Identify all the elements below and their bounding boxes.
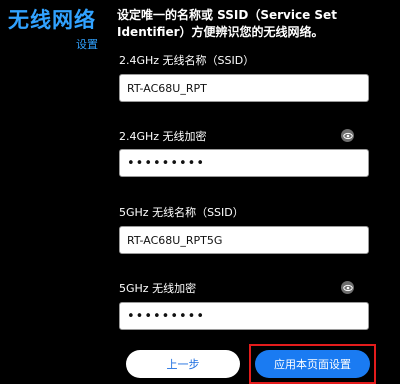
ssid-5ghz-input[interactable]: RT-AC68U_RPT5G <box>119 226 369 254</box>
password-24ghz-label: 2.4GHz 无线加密 <box>119 130 207 143</box>
page-title: 无线网络 <box>8 8 96 32</box>
back-button[interactable]: 上一步 <box>126 350 240 378</box>
password-5ghz-input[interactable]: ••••••••• <box>119 302 369 330</box>
password-24ghz-input[interactable]: ••••••••• <box>119 149 369 177</box>
password-5ghz-label: 5GHz 无线加密 <box>119 282 197 295</box>
eye-icon[interactable] <box>341 129 354 142</box>
ssid-24ghz-label: 2.4GHz 无线名称（SSID） <box>119 54 255 67</box>
apply-settings-button[interactable]: 应用本页面设置 <box>255 350 370 378</box>
eye-icon[interactable] <box>341 281 354 294</box>
ssid-24ghz-input[interactable]: RT-AC68U_RPT <box>119 74 369 102</box>
page-subtitle: 设置 <box>76 38 98 51</box>
ssid-5ghz-label: 5GHz 无线名称（SSID） <box>119 206 244 219</box>
intro-text: 设定唯一的名称或 SSID（Service Set Identifier）方便辨… <box>117 8 337 39</box>
